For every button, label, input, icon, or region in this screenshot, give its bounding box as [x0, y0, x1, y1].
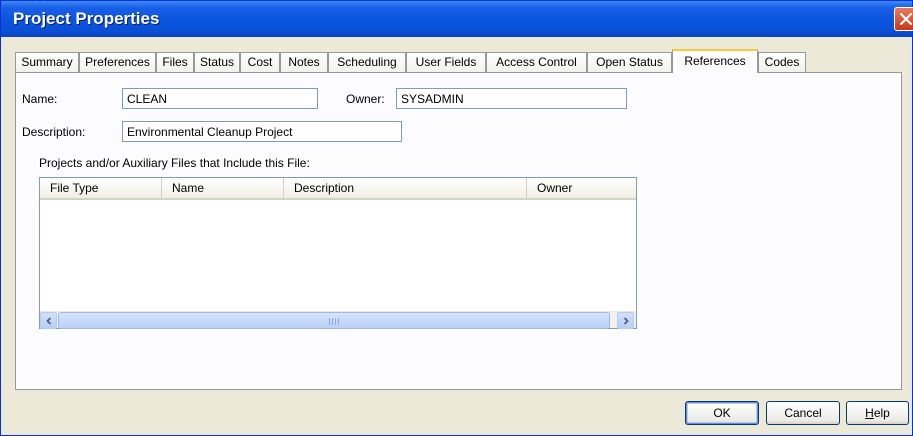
title-bar[interactable]: Project Properties: [1, 1, 913, 37]
scroll-left-button[interactable]: [40, 312, 57, 329]
description-label: Description:: [22, 125, 86, 139]
column-owner[interactable]: Owner: [527, 178, 636, 198]
tab-cost[interactable]: Cost: [240, 52, 280, 72]
tab-access-control[interactable]: Access Control: [486, 52, 587, 72]
owner-field[interactable]: SYSADMIN: [396, 88, 627, 109]
tab-status[interactable]: Status: [194, 52, 240, 72]
scroll-right-button[interactable]: [617, 312, 634, 329]
chevron-right-icon: [623, 317, 629, 325]
owner-label: Owner:: [346, 92, 385, 106]
tab-references[interactable]: References: [672, 49, 758, 73]
project-properties-window: Project Properties Summary Preferences F…: [0, 0, 913, 436]
list-header: File Type Name Description Owner: [40, 178, 636, 200]
close-button[interactable]: [894, 7, 913, 31]
chevron-left-icon: [46, 317, 52, 325]
scroll-thumb[interactable]: [58, 312, 610, 329]
tab-notes[interactable]: Notes: [280, 52, 328, 72]
description-field[interactable]: Environmental Cleanup Project: [122, 121, 402, 142]
column-description[interactable]: Description: [284, 178, 527, 198]
tab-scheduling[interactable]: Scheduling: [328, 52, 406, 72]
name-label: Name:: [22, 92, 58, 106]
references-list[interactable]: File Type Name Description Owner: [39, 177, 637, 329]
grip-icon: [329, 318, 341, 325]
tab-files[interactable]: Files: [156, 52, 194, 72]
horizontal-scrollbar[interactable]: [40, 311, 636, 329]
tab-user-fields[interactable]: User Fields: [406, 52, 486, 72]
help-mnemonic: H: [865, 406, 874, 420]
references-section-label: Projects and/or Auxiliary Files that Inc…: [39, 156, 310, 170]
name-field[interactable]: CLEAN: [122, 88, 318, 109]
column-name[interactable]: Name: [162, 178, 284, 198]
help-label-rest: elp: [873, 406, 890, 420]
cancel-button[interactable]: Cancel: [766, 401, 840, 425]
column-file-type[interactable]: File Type: [40, 178, 162, 198]
tab-codes[interactable]: Codes: [758, 52, 806, 72]
close-icon: [900, 13, 912, 25]
help-button[interactable]: Help: [846, 401, 909, 425]
tab-open-status[interactable]: Open Status: [587, 52, 672, 72]
window-title: Project Properties: [13, 9, 160, 28]
ok-button[interactable]: OK: [685, 401, 759, 425]
tab-summary[interactable]: Summary: [15, 52, 79, 72]
tab-preferences[interactable]: Preferences: [79, 52, 156, 72]
